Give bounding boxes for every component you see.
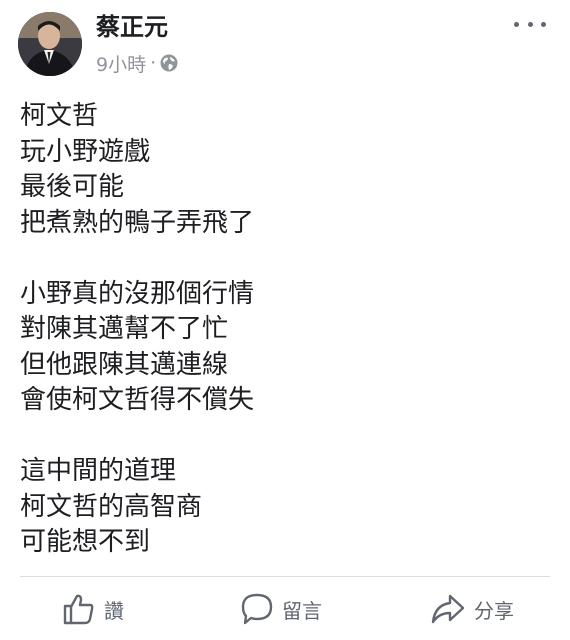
more-dots-icon[interactable] [514, 16, 546, 32]
comment-label: 留言 [282, 598, 322, 623]
like-button[interactable]: 讚 [62, 589, 124, 629]
actions-divider [20, 576, 550, 577]
post-line: 這中間的道理 [20, 456, 177, 486]
post-line: 可能想不到 [20, 527, 151, 557]
post-line: 玩小野遊戲 [20, 136, 151, 167]
post-line: 對陳其邁幫不了忙 [20, 314, 229, 344]
thumbs-up-icon [63, 594, 94, 625]
comment-bubble-icon [241, 593, 273, 625]
post-line: 會使柯文哲得不償失 [20, 385, 255, 415]
share-label: 分享 [474, 598, 514, 623]
author-name[interactable]: 蔡正元 [96, 12, 168, 42]
share-button[interactable]: 分享 [430, 589, 514, 629]
post-line: 小野真的沒那個行情 [20, 278, 255, 309]
post-line: 柯文哲的高智商 [20, 491, 203, 522]
share-arrow-icon [431, 594, 465, 624]
post-header: 蔡正元 9小時 · [0, 0, 570, 92]
post-line: 把煮熟的鴨子弄飛了 [20, 207, 255, 238]
globe-icon[interactable] [160, 54, 178, 72]
post-timestamp[interactable]: 9小時 [96, 50, 146, 77]
like-label: 讚 [104, 598, 124, 623]
post-meta: 9小時 · [96, 50, 178, 76]
meta-separator: · [150, 52, 157, 74]
post-line: 柯文哲 [20, 101, 99, 131]
author-avatar[interactable] [18, 12, 82, 76]
post-actions-bar: 讚 留言 分享 [0, 578, 570, 640]
comment-button[interactable]: 留言 [240, 589, 322, 629]
post-text: 柯文哲 玩小野遊戲 最後可能 把煮熟的鴨子弄飛了 小野真的沒那個行情 對陳其邁幫… [20, 99, 540, 561]
post-line: 最後可能 [20, 172, 125, 202]
post-line: 但他跟陳其邁連線 [20, 349, 229, 380]
